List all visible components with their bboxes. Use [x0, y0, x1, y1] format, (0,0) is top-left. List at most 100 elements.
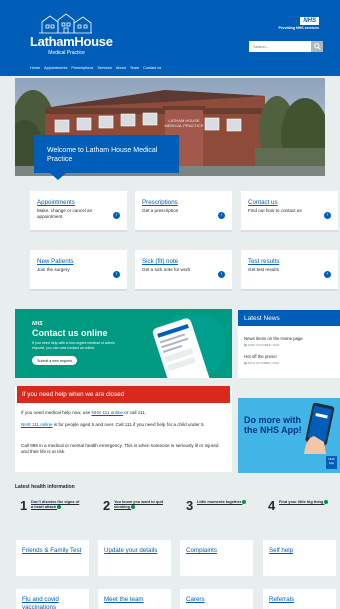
- quick-link-carers[interactable]: Carers: [186, 596, 246, 604]
- health-info-number: 3: [186, 498, 194, 513]
- svg-text:MEDICAL PRACTICE: MEDICAL PRACTICE: [165, 123, 204, 128]
- latest-news-panel: Latest News News items on the Home page …: [238, 310, 340, 378]
- quick-link-friends-family[interactable]: Friends & Family Test: [22, 547, 82, 555]
- health-info-item[interactable]: 3 Little moments together: [186, 497, 256, 517]
- arrow-circle-icon: [242, 499, 247, 504]
- card-desc: Find out how to contact us: [248, 208, 302, 213]
- search-button[interactable]: [311, 41, 323, 52]
- card-desc: Join the surgery: [37, 267, 70, 272]
- out-of-hours-text-1: If you need medical help now, use NHS 11…: [21, 410, 226, 416]
- contact-online-banner: NHS Contact us online If you need help w…: [15, 309, 232, 378]
- nav-prescriptions[interactable]: Prescriptions: [71, 66, 93, 70]
- card-title[interactable]: Appointments: [37, 199, 75, 206]
- health-info-link[interactable]: You know you want to quit smoking: [114, 499, 164, 510]
- arrow-circle-icon: [131, 505, 136, 510]
- quick-link-card[interactable]: Flu and covid vaccinations: [16, 589, 89, 609]
- nav-about[interactable]: About: [116, 66, 126, 70]
- arrow-circle-icon: [324, 499, 329, 504]
- quick-link-card[interactable]: Complaints: [180, 540, 253, 576]
- health-info-link[interactable]: Find your little big thing: [279, 499, 329, 504]
- health-info-item[interactable]: 4 Find your little big thing: [268, 497, 338, 517]
- card-prescriptions[interactable]: Prescriptions Get a prescription ›: [135, 191, 232, 232]
- nhs-app-text: Do more with the NHS App!: [244, 415, 302, 435]
- quick-link-meet-team[interactable]: Meet the team: [104, 596, 164, 604]
- card-new-patients[interactable]: New Patients Join the surgery ›: [30, 250, 127, 291]
- card-title[interactable]: Prescriptions: [142, 199, 178, 206]
- quick-link-card[interactable]: Meet the team: [98, 589, 171, 609]
- chevron-right-icon[interactable]: ›: [113, 212, 120, 219]
- nhs-111-link[interactable]: NHS 111 online: [21, 422, 53, 427]
- practice-name: LathamHouse: [30, 34, 113, 49]
- news-item-title[interactable]: News items on the Home page: [244, 336, 303, 341]
- chevron-right-icon[interactable]: ›: [218, 271, 225, 278]
- news-item-date: ▦ 20TH OCTOBER, 2020: [244, 361, 279, 365]
- news-date-text: 20TH OCTOBER, 2020: [247, 361, 279, 365]
- search-input[interactable]: [249, 41, 311, 52]
- health-info-number: 2: [103, 498, 111, 513]
- search-icon: [313, 43, 321, 50]
- news-item-date: ▦ 22ND OCTOBER, 2020: [244, 343, 279, 347]
- out-of-hours-text-3: Call 999 in a medical or mental health e…: [21, 443, 219, 455]
- quick-link-card[interactable]: Friends & Family Test: [16, 540, 89, 576]
- health-info-number: 4: [268, 498, 276, 513]
- contact-online-title: Contact us online: [32, 328, 108, 338]
- news-item-title[interactable]: Hot off the press!: [244, 354, 277, 359]
- chevron-right-icon[interactable]: ›: [113, 271, 120, 278]
- quick-link-self-help[interactable]: Self help: [269, 547, 329, 555]
- health-info-text: Little moments together: [197, 499, 242, 504]
- out-of-hours-heading: If you need help when we are closed: [17, 386, 230, 403]
- card-desc: Get a prescription: [142, 208, 179, 213]
- nav-appointments[interactable]: Appointments: [44, 66, 67, 70]
- site-header: LathamHouse Medical Practice NHS Providi…: [0, 0, 340, 76]
- text: If you need medical help now, use: [21, 410, 92, 415]
- quick-link-complaints[interactable]: Complaints: [186, 547, 246, 555]
- nav-home[interactable]: Home: [30, 66, 40, 70]
- nhs-tagline: Providing NHS services: [278, 26, 319, 30]
- building-logo-icon: [39, 13, 92, 34]
- quick-link-card[interactable]: Carers: [180, 589, 253, 609]
- nav-team[interactable]: Team: [130, 66, 139, 70]
- card-title[interactable]: Sick (fit) note: [142, 258, 178, 265]
- card-desc: Get a sick note for work: [142, 267, 191, 272]
- quick-link-update-details[interactable]: Update your details: [104, 547, 164, 555]
- card-title[interactable]: New Patients: [37, 258, 73, 265]
- chevron-right-icon[interactable]: ›: [218, 212, 225, 219]
- text: is for people aged 5 and over. Call 111 …: [52, 422, 205, 427]
- nhs-111-link[interactable]: NHS 111 online: [91, 410, 123, 415]
- health-info-link[interactable]: Don't dismiss the signs of a heart attac…: [31, 499, 81, 510]
- card-test-results[interactable]: Test results Get test results ›: [241, 250, 338, 291]
- main-nav: Home Appointments Prescriptions Services…: [30, 66, 161, 70]
- practice-subtitle: Medical Practice: [48, 50, 85, 56]
- health-info-text: You know you want to quit smoking: [114, 499, 163, 510]
- quick-link-flu-covid[interactable]: Flu and covid vaccinations: [22, 596, 82, 609]
- practice-logo[interactable]: LathamHouse Medical Practice: [30, 12, 113, 56]
- health-info-heading: Latest health information: [15, 484, 75, 490]
- card-appointments[interactable]: Appointments Make, change or cancel an a…: [30, 191, 127, 232]
- welcome-heading: Welcome to Latham House Medical Practice: [47, 147, 158, 163]
- card-desc: Make, change or cancel an appointment: [37, 208, 93, 220]
- quick-link-referrals[interactable]: Referrals: [269, 596, 329, 604]
- health-info-link[interactable]: Little moments together: [197, 499, 247, 504]
- card-sick-note[interactable]: Sick (fit) note Get a sick note for work…: [135, 250, 232, 291]
- health-info-item[interactable]: 2 You know you want to quit smoking: [103, 497, 173, 517]
- card-title[interactable]: Test results: [248, 258, 279, 265]
- news-heading: Latest News: [238, 310, 340, 326]
- nhs-app-badge: NHS App: [326, 456, 337, 469]
- card-contact-us[interactable]: Contact us Find out how to contact us ›: [241, 191, 338, 232]
- news-date-text: 22ND OCTOBER, 2020: [247, 343, 280, 347]
- welcome-pointer: [50, 173, 66, 180]
- chevron-right-icon[interactable]: ›: [324, 212, 331, 219]
- health-info-text: Don't dismiss the signs of a heart attac…: [31, 499, 80, 510]
- quick-link-card[interactable]: Update your details: [98, 540, 171, 576]
- health-info-item[interactable]: 1 Don't dismiss the signs of a heart att…: [20, 497, 90, 517]
- nav-services[interactable]: Services: [97, 66, 112, 70]
- health-info-text: Find your little big thing: [279, 499, 324, 504]
- nhs-app-banner[interactable]: Do more with the NHS App! NHS App: [238, 398, 340, 473]
- phone-hand-icon: [304, 402, 335, 454]
- card-title[interactable]: Contact us: [248, 199, 278, 206]
- quick-link-card[interactable]: Self help: [263, 540, 336, 576]
- quick-link-card[interactable]: Referrals: [263, 589, 336, 609]
- submit-request-button[interactable]: Submit a new request: [32, 356, 77, 365]
- nav-contact[interactable]: Contact us: [143, 66, 161, 70]
- chevron-right-icon[interactable]: ›: [324, 271, 331, 278]
